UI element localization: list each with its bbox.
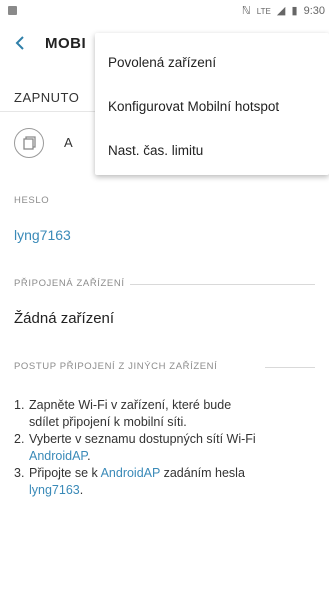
network-name-link: AndroidAP	[29, 449, 88, 463]
time: 9:30	[303, 5, 325, 17]
section-divider	[265, 367, 315, 368]
menu-item-allowed-devices[interactable]: Povolená zařízení	[108, 55, 216, 70]
menu-item-time-limit[interactable]: Nast. čas. limitu	[108, 143, 203, 158]
section-divider	[130, 284, 315, 285]
instructions-list: 1. Zapněte Wi-Fi v zařízení, které bude …	[14, 397, 319, 499]
status-icons: ℕ LTE ◢ ▮ 9:30	[239, 4, 325, 17]
password-value[interactable]: lyng7163	[14, 227, 71, 243]
page-title: MOBI	[45, 35, 87, 52]
back-arrow-icon[interactable]	[10, 32, 32, 54]
list-item: 3. Připojte se k AndroidAP zadáním hesla…	[14, 466, 245, 497]
network-name-link: AndroidAP	[100, 466, 161, 480]
share-label: A	[64, 135, 73, 150]
share-icon	[14, 128, 44, 158]
password-link: lyng7163	[29, 483, 80, 497]
status-bar: ℕ LTE ◢ ▮ 9:30	[0, 0, 329, 22]
overflow-menu: Povolená zařízení Konfigurovat Mobilní h…	[95, 33, 329, 175]
switch-label: ZAPNUTO	[14, 90, 80, 105]
list-item: 1. Zapněte Wi-Fi v zařízení, které bude …	[14, 398, 232, 429]
menu-item-configure-hotspot[interactable]: Konfigurovat Mobilní hotspot	[108, 99, 279, 114]
network-type: LTE	[256, 7, 271, 16]
notification-icon	[8, 6, 17, 15]
connected-devices-section-label: PŘIPOJENÁ ZAŘÍZENÍ	[14, 278, 125, 289]
no-devices-text: Žádná zařízení	[14, 310, 115, 327]
signal-icon: ◢	[276, 5, 286, 17]
list-item: 2. Vyberte v seznamu dostupných sítí Wi-…	[14, 432, 256, 463]
password-section-label: HESLO	[14, 195, 50, 206]
battery-icon: ▮	[291, 5, 298, 17]
instructions-section-label: POSTUP PŘIPOJENÍ Z JINÝCH ZAŘÍZENÍ	[14, 361, 218, 372]
mute-icon: ℕ	[241, 5, 251, 17]
